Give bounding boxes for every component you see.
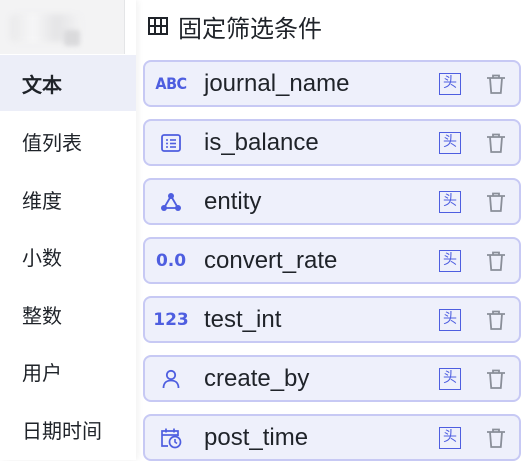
field-name: is_balance	[204, 128, 319, 156]
sidebar-item-integer[interactable]: 整数	[0, 286, 136, 342]
sidebar-divider	[124, 0, 125, 54]
sidebar-item-label: 维度	[22, 190, 62, 213]
field-name: post_time	[204, 423, 309, 451]
trash-icon	[487, 133, 505, 153]
integer-type-icon: 123	[153, 309, 189, 330]
field-type-sidebar: 文本 值列表 维度 小数 整数 用户 日期时间	[0, 0, 136, 460]
field-card-post-time[interactable]: post_time 头	[143, 414, 521, 461]
blurred-mark	[64, 30, 80, 46]
trash-icon	[487, 428, 505, 448]
field-card-journal-name[interactable]: ABC journal_name 头	[143, 60, 521, 107]
field-card-is-balance[interactable]: is_balance 头	[143, 119, 521, 166]
delete-button[interactable]	[485, 131, 507, 155]
delete-button[interactable]	[485, 72, 507, 96]
field-name: create_by	[204, 364, 310, 392]
sidebar-item-value-list[interactable]: 值列表	[0, 113, 136, 169]
table-grid-icon	[148, 17, 168, 35]
dimension-icon	[156, 192, 186, 212]
delete-button[interactable]	[485, 367, 507, 391]
decimal-type-icon: 0.0	[155, 250, 187, 271]
sidebar-item-label: 用户	[22, 362, 62, 385]
trash-icon	[487, 74, 505, 94]
sidebar-item-user[interactable]: 用户	[0, 343, 136, 399]
text-type-icon: ABC	[155, 74, 187, 93]
sidebar-item-label: 文本	[22, 74, 62, 97]
trash-icon	[487, 251, 505, 271]
sidebar-item-datetime[interactable]: 日期时间	[0, 401, 136, 457]
sidebar-item-label: 日期时间	[22, 420, 102, 443]
delete-button[interactable]	[485, 249, 507, 273]
field-card-create-by[interactable]: create_by 头	[143, 355, 521, 402]
field-name: test_int	[204, 305, 282, 333]
field-card-test-int[interactable]: 123 test_int 头	[143, 296, 521, 343]
delete-button[interactable]	[485, 426, 507, 450]
blurred-header-area	[0, 0, 124, 54]
sidebar-item-dimension[interactable]: 维度	[0, 171, 136, 227]
calendar-clock-icon	[156, 426, 186, 450]
sidebar-item-decimal[interactable]: 小数	[0, 228, 136, 284]
field-card-entity[interactable]: entity 头	[143, 178, 521, 225]
header-toggle-button[interactable]: 头	[439, 72, 461, 95]
value-list-icon	[156, 133, 186, 153]
trash-icon	[487, 310, 505, 330]
sidebar-item-label: 值列表	[22, 132, 82, 155]
section-header: 固定筛选条件	[148, 8, 322, 44]
field-name: convert_rate	[204, 246, 338, 274]
header-toggle-button[interactable]: 头	[439, 308, 461, 331]
header-toggle-button[interactable]: 头	[439, 131, 461, 154]
sidebar-item-text[interactable]: 文本	[0, 55, 136, 111]
sidebar-item-label: 整数	[22, 305, 62, 328]
delete-button[interactable]	[485, 190, 507, 214]
user-icon	[156, 368, 186, 390]
field-name: journal_name	[204, 69, 350, 97]
delete-button[interactable]	[485, 308, 507, 332]
field-name: entity	[204, 187, 262, 215]
header-toggle-button[interactable]: 头	[439, 190, 461, 213]
field-card-convert-rate[interactable]: 0.0 convert_rate 头	[143, 237, 521, 284]
trash-icon	[487, 192, 505, 212]
header-toggle-button[interactable]: 头	[439, 249, 461, 272]
sidebar-item-label: 小数	[22, 247, 62, 270]
trash-icon	[487, 369, 505, 389]
header-toggle-button[interactable]: 头	[439, 426, 461, 449]
section-title: 固定筛选条件	[178, 15, 322, 43]
header-toggle-button[interactable]: 头	[439, 367, 461, 390]
